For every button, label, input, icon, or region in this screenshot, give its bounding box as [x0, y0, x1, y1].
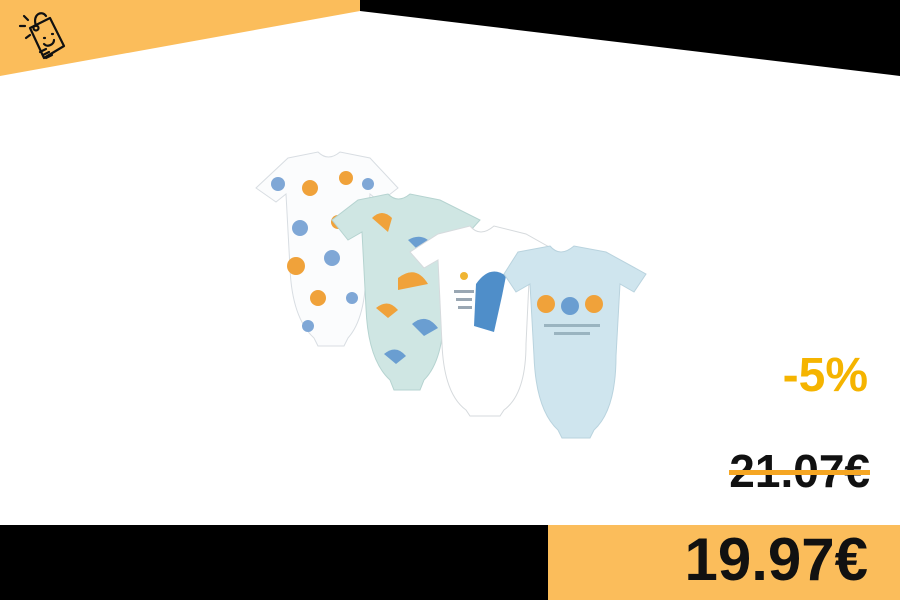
product-image [255, 151, 647, 439]
top-left-banner [0, 0, 900, 76]
discount-badge: -5% [782, 349, 868, 402]
bottom-black-bar [0, 525, 548, 600]
smiling-price-tag-icon [18, 12, 66, 60]
price-strikethrough [729, 470, 870, 475]
original-price: 21.07€ [729, 448, 870, 494]
sale-price: 19.97€ [684, 526, 868, 593]
black-top-stripe [360, 0, 900, 76]
